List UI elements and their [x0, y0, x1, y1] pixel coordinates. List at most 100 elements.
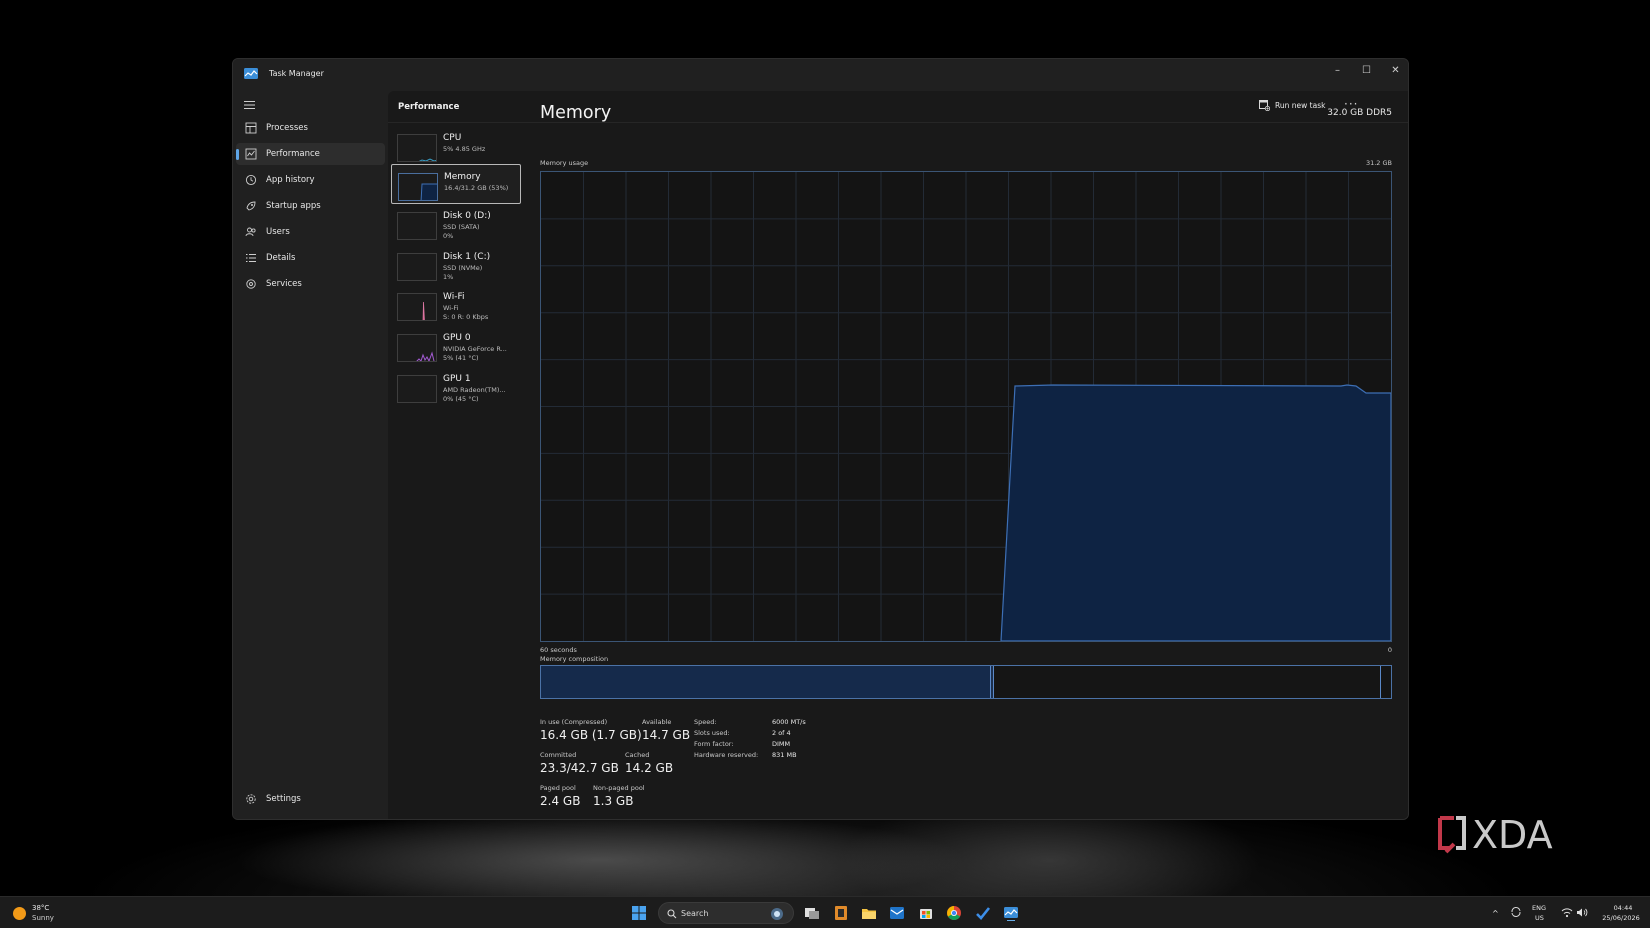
sidebar-item-label: Users	[266, 227, 290, 237]
sidebar-item-app-history[interactable]: App history	[236, 169, 385, 191]
spec-value: 6000 MT/s	[772, 718, 806, 726]
sidebar: Processes Performance App history Startup a…	[233, 91, 388, 819]
memory-composition-bar	[540, 665, 1392, 699]
device-wi-fi[interactable]: Wi-Fi Wi-Fi S: 0 R: 0 Kbps	[391, 285, 521, 325]
memory-usage-chart	[541, 172, 1392, 642]
taskbar-clock-time[interactable]: 04:44	[1603, 904, 1643, 912]
sun-icon[interactable]	[13, 907, 26, 920]
file-explorer-icon[interactable]	[861, 905, 877, 921]
startup-icon	[246, 201, 256, 211]
wifi-icon[interactable]	[1561, 907, 1573, 918]
volume-icon[interactable]	[1576, 907, 1588, 918]
device-thumbnail-graph	[397, 334, 437, 362]
sidebar-item-users[interactable]: Users	[236, 221, 385, 243]
task-view-icon[interactable]	[804, 905, 820, 921]
device-name: Disk 0 (D:)	[443, 211, 491, 221]
device-gpu-0[interactable]: GPU 0 NVIDIA GeForce R... 5% (41 °C)	[391, 326, 521, 366]
processes-icon	[245, 122, 257, 134]
task-manager-taskbar-icon[interactable]	[1003, 905, 1019, 921]
spec-value: DIMM	[772, 740, 791, 748]
settings-label: Settings	[266, 794, 301, 804]
title-bar[interactable]: Task Manager – ☐ ✕	[233, 59, 1408, 91]
todo-checkmark-icon[interactable]	[975, 905, 991, 921]
main-content: Performance Run new task ··· CPU 5% 4.85 …	[388, 91, 1408, 819]
taskbar-clock-date[interactable]: 25/06/2026	[1599, 914, 1643, 922]
paged-pool-label: Paged pool	[540, 784, 576, 792]
device-detail-2: S: 0 R: 0 Kbps	[443, 313, 489, 321]
search-placeholder: Search	[681, 909, 709, 918]
device-name: GPU 1	[443, 374, 471, 384]
tray-overflow-chevron-icon[interactable]: ^	[1492, 909, 1499, 918]
non-paged-pool-label: Non-paged pool	[593, 784, 645, 792]
device-detail-2: 1%	[443, 273, 454, 281]
search-icon	[667, 909, 677, 919]
sidebar-item-settings[interactable]: Settings	[236, 788, 385, 810]
composition-standby	[994, 666, 1381, 698]
device-disk-1-c[interactable]: Disk 1 (C:) SSD (NVMe) 1%	[391, 245, 521, 285]
sidebar-item-performance[interactable]: Performance	[236, 143, 385, 165]
tray-sync-icon[interactable]	[1510, 906, 1522, 918]
in-use-label: In use (Compressed)	[540, 718, 608, 726]
device-thumbnail-graph	[397, 212, 437, 240]
device-memory[interactable]: Memory 16.4/31.2 GB (53%)	[391, 164, 521, 204]
spec-value: 831 MB	[772, 751, 797, 759]
memory-usage-series	[1000, 384, 1392, 642]
sidebar-item-services[interactable]: Services	[236, 273, 385, 295]
windows-start-icon[interactable]	[631, 905, 647, 921]
xda-watermark-text: XDA	[1472, 813, 1553, 857]
sidebar-item-label: Services	[266, 279, 302, 289]
close-icon: ✕	[1391, 64, 1400, 76]
language-indicator-top[interactable]: ENG	[1532, 904, 1546, 912]
memory-usage-max: 31.2 GB	[1365, 159, 1392, 167]
services-icon	[246, 279, 256, 289]
task-manager-window: Task Manager – ☐ ✕ Processes Performance A…	[232, 58, 1409, 820]
memory-usage-label: Memory usage	[540, 159, 589, 167]
graph-time-left: 60 seconds	[540, 646, 577, 654]
weather-description[interactable]: Sunny	[32, 914, 54, 922]
run-task-icon	[1259, 100, 1270, 111]
device-thumbnail-graph	[397, 293, 437, 321]
device-detail-1: SSD (SATA)	[443, 223, 480, 231]
weather-temperature[interactable]: 38°C	[32, 904, 49, 912]
minimize-button[interactable]: –	[1323, 59, 1352, 81]
sidebar-item-details[interactable]: Details	[236, 247, 385, 269]
sidebar-item-label: Processes	[266, 123, 308, 133]
microsoft-store-icon[interactable]	[918, 905, 934, 921]
history-icon	[245, 174, 257, 186]
sidebar-item-startup-apps[interactable]: Startup apps	[236, 195, 385, 217]
memory-title: Memory	[540, 103, 612, 123]
device-detail-1: Wi-Fi	[443, 304, 459, 312]
sidebar-item-processes[interactable]: Processes	[236, 117, 385, 139]
composition-in-use	[541, 666, 991, 698]
language-indicator-bottom[interactable]: US	[1535, 914, 1544, 922]
device-detail-1: AMD Radeon(TM)...	[443, 386, 506, 394]
taskbar: 38°C Sunny Search ^ ENG US 04:44 25/06/2…	[0, 896, 1650, 928]
outlook-mail-icon[interactable]	[889, 905, 905, 921]
device-detail-2: 0%	[443, 232, 454, 240]
maximize-button[interactable]: ☐	[1352, 59, 1381, 81]
device-thumbnail-graph	[397, 134, 437, 162]
app-icon-orange-book[interactable]	[833, 905, 849, 921]
device-cpu[interactable]: CPU 5% 4.85 GHz	[391, 126, 521, 166]
device-thumbnail-graph	[398, 173, 438, 201]
device-list: CPU 5% 4.85 GHz Memory 16.4/31.2 GB (53%) Di…	[388, 124, 524, 424]
taskbar-search-box[interactable]: Search	[658, 902, 794, 924]
spec-key: Hardware reserved:	[694, 751, 759, 759]
device-disk-0-d[interactable]: Disk 0 (D:) SSD (SATA) 0%	[391, 204, 521, 244]
device-detail-2: 0% (45 °C)	[443, 395, 479, 403]
chrome-icon[interactable]	[946, 905, 962, 921]
close-button[interactable]: ✕	[1381, 59, 1408, 81]
device-name: CPU	[443, 133, 462, 143]
device-gpu-1[interactable]: GPU 1 AMD Radeon(TM)... 0% (45 °C)	[391, 367, 521, 407]
hamburger-menu-icon[interactable]	[243, 99, 257, 111]
committed-value: 23.3/42.7 GB	[540, 761, 619, 775]
search-highlight-icon	[771, 908, 783, 920]
cached-value: 14.2 GB	[625, 761, 674, 775]
device-name: Wi-Fi	[443, 292, 465, 302]
device-detail-2: 5% (41 °C)	[443, 354, 479, 362]
sidebar-item-label: App history	[266, 175, 315, 185]
xda-watermark-logo: XDA	[1438, 813, 1553, 857]
minimize-icon: –	[1335, 64, 1340, 76]
memory-composition-label: Memory composition	[540, 655, 609, 663]
users-icon	[245, 227, 256, 237]
